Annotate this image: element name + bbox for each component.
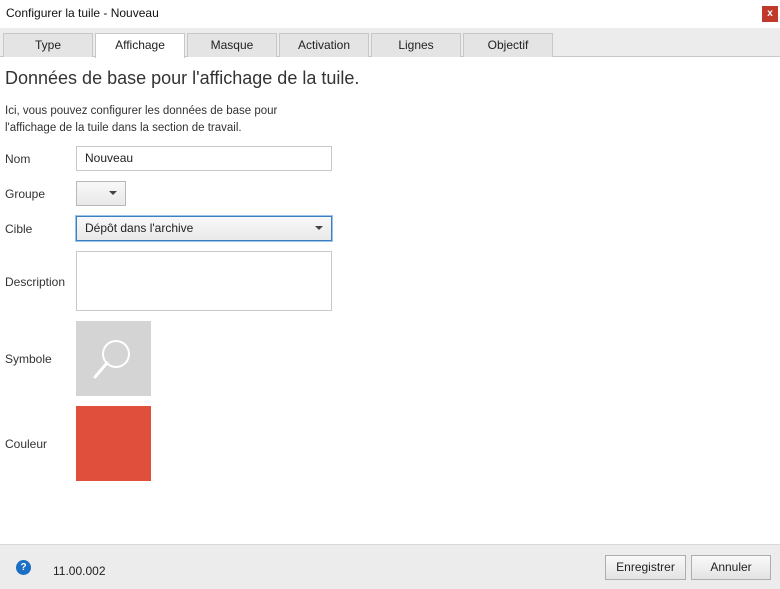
chevron-down-icon (109, 191, 117, 195)
tab-bar: Type Affichage Masque Activation Lignes … (0, 28, 780, 58)
symbol-label: Symbole (5, 352, 52, 366)
color-picker[interactable] (76, 406, 151, 481)
description-label: Description (5, 275, 66, 289)
color-label: Couleur (5, 437, 48, 451)
cancel-button[interactable]: Annuler (691, 555, 771, 580)
group-select[interactable] (76, 181, 126, 206)
tab-activation[interactable]: Activation (279, 33, 369, 57)
name-label: Nom (5, 152, 31, 166)
name-input[interactable]: Nouveau (76, 146, 332, 171)
tab-objectif[interactable]: Objectif (463, 33, 553, 57)
group-label: Groupe (5, 187, 46, 201)
target-select[interactable]: Dépôt dans l'archive (76, 216, 332, 241)
name-value: Nouveau (85, 151, 134, 165)
save-button[interactable]: Enregistrer (605, 555, 686, 580)
version-text: 11.00.002 (53, 564, 106, 578)
tab-affichage[interactable]: Affichage (95, 33, 185, 58)
symbol-picker[interactable] (76, 321, 151, 396)
description-textarea[interactable] (76, 251, 332, 311)
target-label: Cible (5, 222, 33, 236)
close-button[interactable]: x (762, 6, 778, 22)
search-icon (93, 340, 130, 379)
help-icon[interactable]: ? (16, 560, 31, 575)
footer-bar: ? 11.00.002 Enregistrer Annuler (0, 544, 780, 589)
title-bar: Configurer la tuile - Nouveau x (0, 0, 780, 28)
tab-masque[interactable]: Masque (187, 33, 277, 57)
page-heading: Données de base pour l'affichage de la t… (5, 68, 360, 88)
window-title: Configurer la tuile - Nouveau (6, 6, 159, 20)
tab-type[interactable]: Type (3, 33, 93, 57)
intro-text: Ici, vous pouvez configurer les données … (5, 105, 278, 134)
target-value: Dépôt dans l'archive (85, 221, 194, 235)
chevron-down-icon (315, 226, 323, 230)
tab-lignes[interactable]: Lignes (371, 33, 461, 57)
